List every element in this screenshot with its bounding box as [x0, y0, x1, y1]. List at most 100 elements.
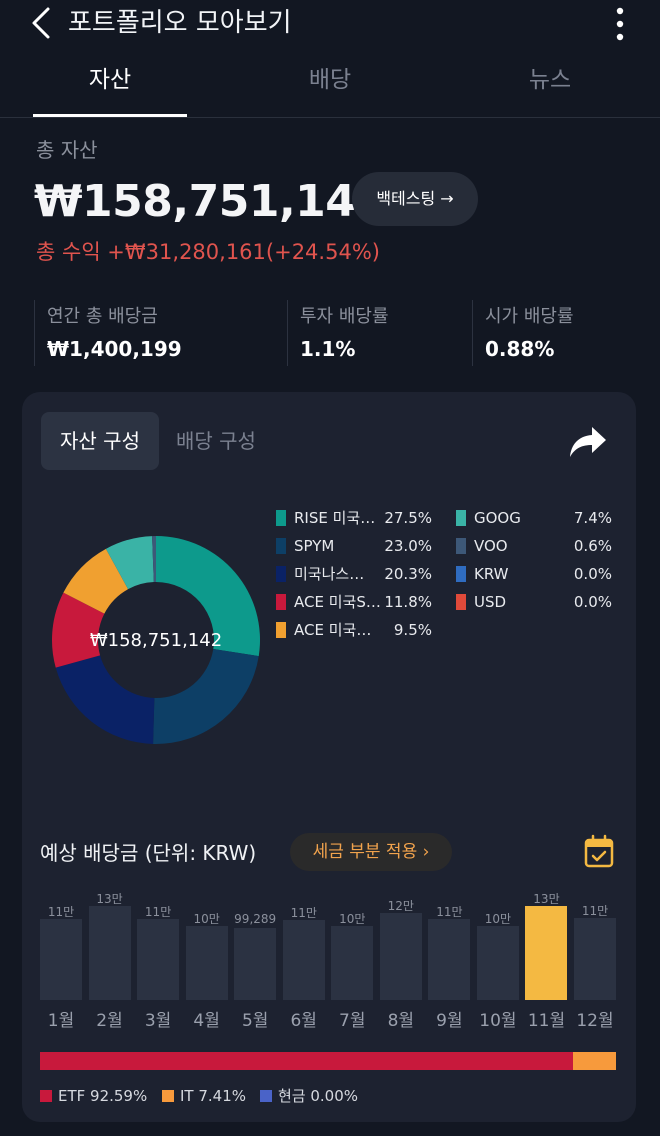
legend-item: ACE 미국S… 11.8% [276, 588, 432, 616]
stat-label: 시가 배당률 [485, 306, 574, 327]
tab-dividends[interactable]: 배당 [253, 56, 407, 118]
legend-swatch [276, 538, 286, 554]
legend-percent: 7.4% [573, 509, 612, 527]
legend-percent: 0.6% [573, 537, 612, 555]
bar-amount-label: 10만 [484, 912, 512, 927]
stat-investment-yield: 투자 배당률 1.1% [287, 300, 457, 366]
month-bar-group: 11만 12월 [574, 882, 616, 1032]
total-profit-text: 총 수익 +₩31,280,161(+24.54%) [36, 240, 380, 264]
month-bar-group: 99,289 5월 [234, 882, 277, 1032]
stat-value: 1.1% [300, 337, 356, 361]
legend-label: ACE 미국S… [294, 593, 381, 611]
legend-item: USD 0.0% [456, 588, 612, 616]
alloc-legend-label: IT 7.41% [180, 1087, 247, 1105]
legend-percent: 23.0% [384, 537, 432, 555]
tab-dividend-composition[interactable]: 배당 구성 [176, 412, 256, 470]
total-assets-value: ₩158,751,142 [34, 176, 386, 227]
legend-item: ACE 미국… 9.5% [276, 616, 432, 644]
donut-slice [153, 648, 259, 744]
legend-item: KRW 0.0% [456, 560, 612, 588]
legend-percent: 0.0% [573, 593, 612, 611]
alloc-legend-label: ETF 92.59% [58, 1087, 148, 1105]
stat-label: 연간 총 배당금 [47, 306, 158, 327]
month-bar-group: 11만 3월 [137, 882, 180, 1032]
stat-value: ₩1,400,199 [47, 337, 182, 361]
legend-swatch [456, 538, 466, 554]
month-bar[interactable] [476, 926, 519, 1000]
legend-swatch [260, 1089, 272, 1102]
month-label: 12월 [576, 1011, 614, 1031]
month-bar-group: 10만 7월 [331, 882, 374, 1032]
legend-item: SPYM 23.0% [276, 532, 432, 560]
legend-swatch [456, 566, 466, 582]
total-assets-label: 총 자산 [36, 138, 98, 162]
legend-item: RISE 미국… 27.5% [276, 504, 432, 532]
legend-label: RISE 미국… [294, 509, 376, 527]
top-bar: 포트폴리오 모아보기 [0, 0, 660, 48]
legend-label: KRW [474, 565, 509, 583]
legend-swatch [276, 566, 286, 582]
back-arrow-icon[interactable] [28, 6, 56, 40]
alloc-legend-item: IT 7.41% [162, 1084, 246, 1108]
month-bar[interactable] [88, 906, 131, 1000]
donut-legend-left: RISE 미국… 27.5% SPYM 23.0% 미국나스… 20.3% ACE 미국S…… [276, 504, 432, 644]
month-bar-group: 11만 1월 [40, 882, 82, 1032]
month-bar[interactable] [331, 926, 374, 1000]
month-bar[interactable] [234, 928, 277, 1000]
tab-asset-composition[interactable]: 자산 구성 [41, 412, 159, 470]
tab-assets[interactable]: 자산 [33, 56, 187, 118]
month-bar[interactable] [428, 919, 471, 1000]
legend-swatch [40, 1089, 52, 1102]
allocation-segment [573, 1052, 616, 1070]
alloc-legend-item: ETF 92.59% [40, 1084, 147, 1108]
legend-swatch [276, 510, 286, 526]
month-bar[interactable] [282, 919, 325, 1000]
tab-news[interactable]: 뉴스 [473, 56, 627, 118]
month-bar-group: 13만 11월 [525, 882, 568, 1032]
month-bar-group: 11만 6월 [282, 882, 325, 1032]
stat-value: 0.88% [485, 337, 555, 361]
stat-market-yield: 시가 배당률 0.88% [472, 300, 642, 366]
more-options-icon[interactable] [608, 4, 632, 44]
legend-swatch [162, 1089, 174, 1102]
bar-amount-label: 11만 [581, 903, 609, 918]
tax-applied-button[interactable]: 세금 부분 적용 › [290, 833, 452, 871]
share-icon[interactable] [568, 424, 608, 460]
legend-label: SPYM [294, 537, 335, 555]
portfolio-card: 자산 구성 배당 구성 ₩158,751,142 RISE 미국… 27.5% SP… [22, 392, 636, 1122]
month-bar[interactable] [574, 917, 616, 1000]
page-title: 포트폴리오 모아보기 [68, 8, 292, 38]
month-bar[interactable] [40, 919, 82, 1000]
donut-legend-right: GOOG 7.4% VOO 0.6% KRW 0.0% USD 0.0% [456, 504, 612, 616]
legend-label: USD [474, 593, 507, 611]
legend-percent: 9.5% [393, 621, 432, 639]
legend-percent: 11.8% [384, 593, 432, 611]
month-bar[interactable] [379, 913, 422, 1000]
legend-label: VOO [474, 537, 508, 555]
legend-item: 미국나스… 20.3% [276, 560, 432, 588]
month-bar[interactable] [137, 919, 180, 1000]
legend-percent: 27.5% [384, 509, 432, 527]
main-tabs: 자산 배당 뉴스 [0, 56, 660, 118]
donut-slice [55, 655, 155, 744]
donut-center-value: ₩158,751,142 [89, 630, 223, 651]
monthly-dividend-chart: 11만 1월 13만 2월 11만 3월 10만 4월 99,289 5월 11만 6월 10만 7월 12… [40, 882, 616, 1032]
legend-swatch [276, 594, 286, 610]
legend-item: VOO 0.6% [456, 532, 612, 560]
month-bar-group: 11만 9월 [428, 882, 471, 1032]
legend-label: 미국나스… [294, 565, 365, 583]
month-bar-group: 13만 2월 [88, 882, 131, 1032]
alloc-legend-item: 현금 0.00% [260, 1084, 358, 1108]
legend-swatch [276, 622, 286, 638]
stat-label: 투자 배당률 [300, 306, 389, 327]
calendar-check-icon[interactable] [584, 834, 614, 868]
legend-item: GOOG 7.4% [456, 504, 612, 532]
legend-label: ACE 미국… [294, 621, 372, 639]
expected-dividend-title: 예상 배당금 (단위: KRW) [40, 841, 257, 865]
legend-percent: 0.0% [573, 565, 612, 583]
month-bar-group: 10만 10월 [476, 882, 519, 1032]
month-bar[interactable] [525, 906, 568, 1000]
backtest-button[interactable]: 백테스팅 → [352, 172, 478, 226]
month-bar-group: 10만 4월 [185, 882, 228, 1032]
month-bar[interactable] [185, 926, 228, 1000]
